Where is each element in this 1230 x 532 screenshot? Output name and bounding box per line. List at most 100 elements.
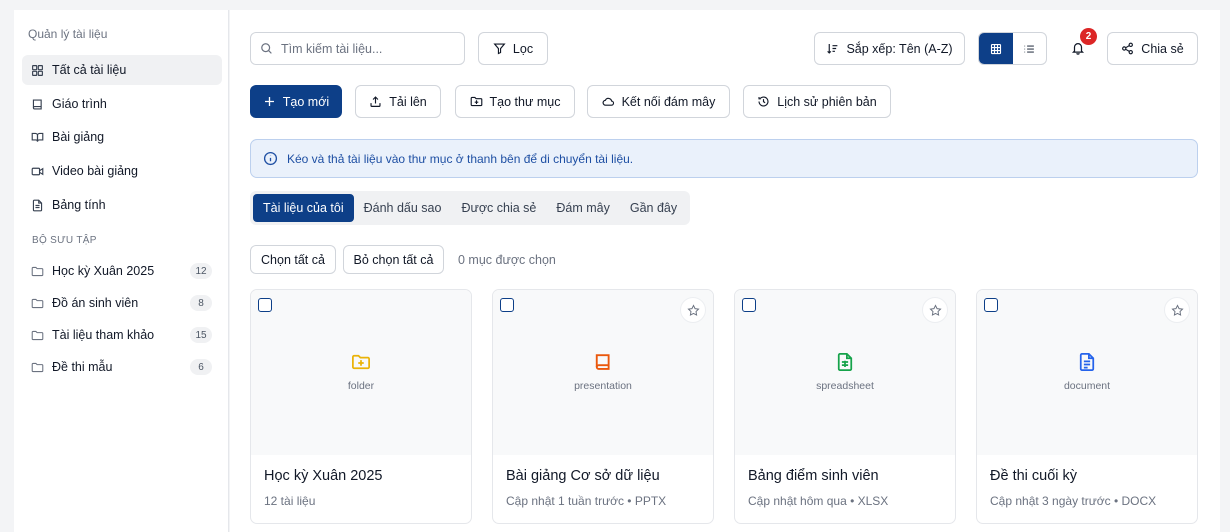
file-text-icon bbox=[1079, 353, 1095, 371]
sidebar-item-lectures[interactable]: Bài giảng bbox=[22, 122, 222, 152]
share-label: Chia sẻ bbox=[1141, 41, 1184, 56]
card-preview: document bbox=[977, 290, 1197, 455]
sort-label: Sắp xếp: Tên (A-Z) bbox=[846, 41, 953, 56]
card-meta: Cập nhật 1 tuần trước • PPTX bbox=[506, 494, 667, 508]
card-title: Học kỳ Xuân 2025 bbox=[264, 468, 383, 484]
share-button[interactable]: Chia sẻ bbox=[1107, 32, 1198, 65]
create-folder-button[interactable]: Tạo thư mục bbox=[455, 85, 575, 118]
sidebar-item-video-lectures[interactable]: Video bài giảng bbox=[22, 156, 222, 186]
document-card[interactable]: folder Học kỳ Xuân 2025 12 tài liệu bbox=[250, 289, 472, 524]
document-card[interactable]: presentation Bài giảng Cơ sở dữ liệu Cập… bbox=[492, 289, 714, 524]
filter-label: Lọc bbox=[512, 41, 534, 56]
filter-icon bbox=[493, 43, 506, 55]
card-meta: Cập nhật 3 ngày trước • DOCX bbox=[990, 494, 1157, 508]
search-input[interactable] bbox=[281, 41, 461, 56]
plus-icon bbox=[264, 97, 274, 106]
main-content: Lọc Sắp xếp: Tên (A-Z) 2 Chia sẻ Tạo mới… bbox=[230, 10, 1220, 532]
sidebar: Quản lý tài liệu Tất cả tài liệu Giáo tr… bbox=[14, 10, 229, 532]
tab-starred[interactable]: Đánh dấu sao bbox=[354, 194, 452, 222]
search-box[interactable] bbox=[250, 32, 465, 65]
collections-heading: BỘ SƯU TẬP bbox=[32, 235, 97, 246]
collection-count-badge: 6 bbox=[190, 359, 212, 375]
info-icon bbox=[263, 151, 278, 166]
filter-button[interactable]: Lọc bbox=[478, 32, 548, 65]
sidebar-item-textbooks[interactable]: Giáo trình bbox=[22, 89, 222, 119]
folder-icon bbox=[31, 330, 44, 340]
document-card[interactable]: spreadsheet Bảng điểm sinh viên Cập nhật… bbox=[734, 289, 956, 524]
share-icon bbox=[1122, 42, 1134, 55]
list-view-icon bbox=[1024, 44, 1035, 53]
sort-ascending-icon bbox=[827, 44, 838, 54]
grid-view-icon bbox=[990, 43, 1001, 54]
view-toggle bbox=[978, 32, 1047, 65]
collection-count-badge: 15 bbox=[190, 327, 212, 343]
version-history-button[interactable]: Lịch sử phiên bản bbox=[743, 85, 891, 118]
sidebar-item-spreadsheets[interactable]: Bảng tính bbox=[22, 190, 222, 220]
book-icon bbox=[32, 98, 42, 110]
book-open-icon bbox=[31, 132, 44, 142]
video-icon bbox=[31, 167, 44, 175]
card-title: Bảng điểm sinh viên bbox=[748, 468, 879, 484]
upload-label: Tải lên bbox=[389, 94, 427, 109]
card-preview: presentation bbox=[493, 290, 713, 455]
tab-cloud[interactable]: Đám mây bbox=[546, 194, 619, 222]
collection-label: Tài liệu tham khảo bbox=[52, 328, 155, 342]
star-icon bbox=[686, 303, 700, 316]
collection-count-badge: 8 bbox=[190, 295, 212, 311]
collection-count-badge: 12 bbox=[190, 263, 212, 279]
upload-button[interactable]: Tải lên bbox=[355, 85, 441, 118]
grid-view-button[interactable] bbox=[979, 33, 1013, 64]
collection-label: Học kỳ Xuân 2025 bbox=[52, 264, 155, 278]
file-spreadsheet-icon bbox=[837, 353, 853, 371]
card-checkbox[interactable] bbox=[258, 298, 272, 312]
create-new-button[interactable]: Tạo mới bbox=[250, 85, 342, 118]
sidebar-item-label: Bài giảng bbox=[52, 130, 105, 144]
star-button[interactable] bbox=[922, 297, 948, 323]
document-card[interactable]: document Đề thi cuối kỳ Cập nhật 3 ngày … bbox=[976, 289, 1198, 524]
collection-item-references[interactable]: Tài liệu tham khảo 15 bbox=[22, 320, 222, 350]
cloud-icon bbox=[602, 97, 614, 106]
card-title: Bài giảng Cơ sở dữ liệu bbox=[506, 468, 660, 484]
grid-icon bbox=[32, 64, 43, 76]
notification-count-badge: 2 bbox=[1080, 28, 1097, 45]
upload-icon bbox=[370, 96, 381, 107]
collection-item-spring-semester[interactable]: Học kỳ Xuân 2025 12 bbox=[22, 256, 222, 286]
folder-icon bbox=[31, 298, 44, 308]
card-type-label: spreadsheet bbox=[816, 380, 874, 392]
collection-item-student-projects[interactable]: Đồ án sinh viên 8 bbox=[22, 288, 222, 318]
card-checkbox[interactable] bbox=[742, 298, 756, 312]
sort-button[interactable]: Sắp xếp: Tên (A-Z) bbox=[814, 32, 965, 65]
folder-icon bbox=[31, 266, 44, 276]
search-icon bbox=[261, 43, 272, 54]
star-icon bbox=[1170, 303, 1184, 316]
connect-cloud-button[interactable]: Kết nối đám mây bbox=[587, 85, 730, 118]
star-button[interactable] bbox=[1164, 297, 1190, 323]
star-icon bbox=[928, 303, 942, 316]
card-checkbox[interactable] bbox=[500, 298, 514, 312]
create-folder-label: Tạo thư mục bbox=[489, 94, 561, 109]
star-button[interactable] bbox=[680, 297, 706, 323]
drag-drop-notice: Kéo và thả tài liệu vào thư mục ở thanh … bbox=[250, 139, 1198, 178]
card-type-label: folder bbox=[347, 380, 375, 392]
document-tabs: Tài liệu của tôi Đánh dấu sao Được chia … bbox=[250, 191, 691, 225]
card-type-label: presentation bbox=[574, 380, 632, 392]
card-type-label: document bbox=[1063, 380, 1111, 392]
card-meta: Cập nhật hôm qua • XLSX bbox=[748, 494, 889, 508]
collection-item-sample-exams[interactable]: Đề thi mẫu 6 bbox=[22, 352, 222, 382]
folder-plus-icon bbox=[352, 354, 370, 370]
sidebar-item-all-documents[interactable]: Tất cả tài liệu bbox=[22, 55, 222, 85]
notice-text: Kéo và thả tài liệu vào thư mục ở thanh … bbox=[287, 151, 634, 166]
select-all-button[interactable]: Chọn tất cả bbox=[250, 245, 336, 274]
collection-label: Đề thi mẫu bbox=[52, 360, 113, 374]
tab-my-documents[interactable]: Tài liệu của tôi bbox=[253, 194, 354, 222]
deselect-all-button[interactable]: Bỏ chọn tất cả bbox=[343, 245, 444, 274]
card-title: Đề thi cuối kỳ bbox=[990, 468, 1078, 484]
create-new-label: Tạo mới bbox=[282, 94, 330, 109]
tab-shared[interactable]: Được chia sẻ bbox=[451, 194, 546, 222]
tab-recent[interactable]: Gần đây bbox=[620, 194, 687, 222]
sidebar-item-label: Giáo trình bbox=[52, 97, 107, 111]
card-checkbox[interactable] bbox=[984, 298, 998, 312]
connect-cloud-label: Kết nối đám mây bbox=[621, 94, 716, 109]
list-view-button[interactable] bbox=[1013, 33, 1047, 64]
sidebar-title: Quản lý tài liệu bbox=[28, 27, 108, 41]
